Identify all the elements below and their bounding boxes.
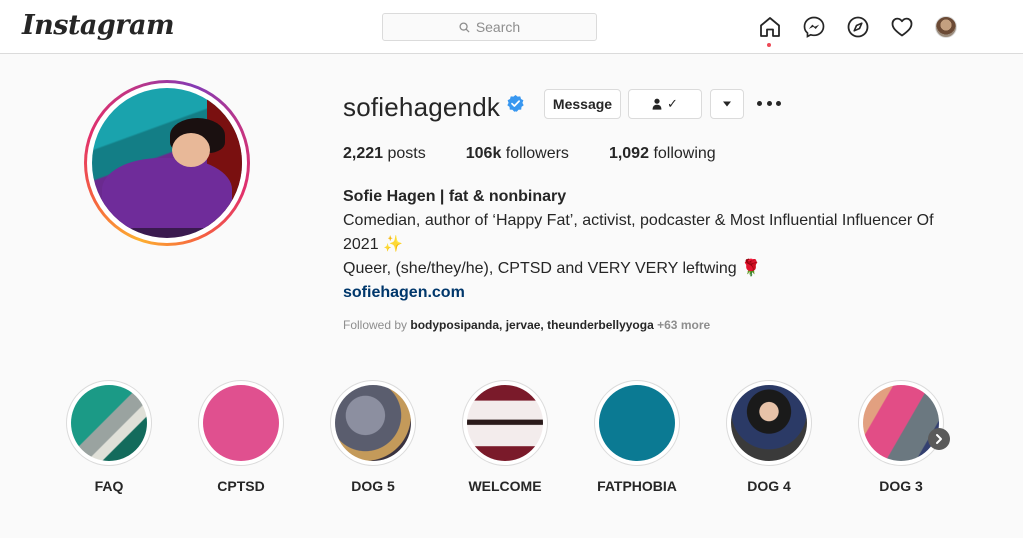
followers-count[interactable]: 106k followers bbox=[466, 145, 569, 163]
messenger-icon bbox=[803, 16, 825, 38]
highlight-cptsd[interactable]: CPTSD bbox=[198, 380, 284, 494]
highlight-cover bbox=[731, 385, 807, 461]
profile-username: sofiehagendk bbox=[343, 92, 501, 122]
bio-line-1: Comedian, author of ‘Happy Fat’, activis… bbox=[343, 212, 934, 253]
dot-icon bbox=[776, 100, 781, 106]
highlights-next-button[interactable] bbox=[928, 428, 950, 450]
search-icon bbox=[459, 21, 470, 33]
instagram-logo[interactable]: Instagram bbox=[22, 10, 175, 41]
followed-by[interactable]: Followed by bodyposipanda, jervae, theun… bbox=[343, 318, 710, 332]
profile-bio: Sofie Hagen | fat & nonbinary Comedian, … bbox=[343, 185, 963, 305]
profile-full-name: Sofie Hagen | fat & nonbinary bbox=[343, 188, 567, 205]
activity-button[interactable] bbox=[889, 14, 915, 40]
message-button[interactable]: Message bbox=[544, 89, 621, 119]
highlight-dog-4[interactable]: DOG 4 bbox=[726, 380, 812, 494]
home-button[interactable] bbox=[757, 14, 783, 40]
highlight-cover bbox=[599, 385, 675, 461]
home-notification-dot bbox=[767, 43, 771, 47]
top-navigation-bar: Instagram Search bbox=[0, 0, 1023, 54]
profile-picture bbox=[92, 88, 242, 238]
heart-icon bbox=[891, 17, 913, 37]
search-placeholder: Search bbox=[475, 19, 521, 35]
profile-picture-story-ring[interactable] bbox=[84, 80, 250, 246]
messenger-button[interactable] bbox=[801, 14, 827, 40]
following-check: ✓ bbox=[667, 96, 678, 111]
highlight-cover bbox=[863, 385, 939, 461]
followed-by-names: bodyposipanda, jervae, theunderbellyyoga bbox=[410, 318, 654, 332]
highlight-fatphobia[interactable]: FATPHOBIA bbox=[594, 380, 680, 494]
chevron-down-icon bbox=[723, 101, 731, 107]
highlight-cover bbox=[203, 385, 279, 461]
suggested-accounts-dropdown[interactable] bbox=[710, 89, 744, 119]
highlight-dog-3[interactable]: DOG 3 bbox=[858, 380, 944, 494]
verified-badge-icon bbox=[507, 94, 524, 112]
person-icon bbox=[652, 98, 662, 110]
profile-avatar-button[interactable] bbox=[935, 16, 957, 38]
dot-icon bbox=[757, 100, 762, 106]
following-button[interactable]: ✓ bbox=[628, 89, 702, 119]
explore-button[interactable] bbox=[845, 14, 871, 40]
bio-line-2: Queer, (she/they/he), CPTSD and VERY VER… bbox=[343, 260, 762, 277]
highlight-dog-5[interactable]: DOG 5 bbox=[330, 380, 416, 494]
chevron-right-icon bbox=[936, 434, 942, 444]
highlight-cover bbox=[335, 385, 411, 461]
followed-by-more: +63 more bbox=[657, 318, 711, 332]
highlight-faq[interactable]: FAQ bbox=[66, 380, 152, 494]
explore-icon bbox=[847, 16, 869, 38]
more-options-button[interactable] bbox=[757, 95, 781, 111]
home-icon bbox=[760, 17, 780, 37]
highlight-welcome[interactable]: WELCOME bbox=[462, 380, 548, 494]
profile-stats: 2,221 posts 106k followers 1,092 followi… bbox=[343, 145, 756, 163]
dot-icon bbox=[766, 100, 772, 106]
bio-website-link[interactable]: sofiehagen.com bbox=[343, 281, 963, 305]
posts-count: 2,221 posts bbox=[343, 145, 426, 162]
highlight-cover bbox=[71, 385, 147, 461]
following-count[interactable]: 1,092 following bbox=[609, 145, 716, 163]
highlight-cover bbox=[467, 385, 543, 461]
search-input[interactable]: Search bbox=[382, 13, 597, 41]
